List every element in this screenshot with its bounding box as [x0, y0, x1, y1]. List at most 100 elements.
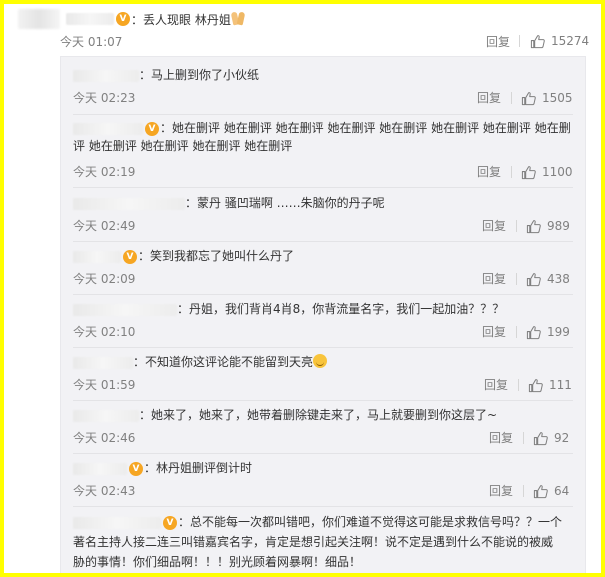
- divider: [511, 166, 512, 178]
- thumbs-up-icon: [530, 34, 545, 48]
- like-button[interactable]: 15274: [530, 34, 589, 49]
- like-button[interactable]: 1505: [521, 89, 573, 107]
- divider: [73, 114, 573, 115]
- username-redacted[interactable]: [73, 197, 185, 210]
- divider: [523, 432, 524, 444]
- like-button[interactable]: 438: [526, 270, 570, 288]
- main-comment-row: V ：丢人现眼 林丹姐: [18, 8, 246, 30]
- divider: [516, 273, 517, 285]
- divider: [516, 326, 517, 338]
- divider: [516, 220, 517, 232]
- like-button[interactable]: 111: [528, 376, 572, 394]
- reply-text: ：她来了，她来了，她带着删除键走来了，马上就要删到你这层了~: [139, 408, 498, 422]
- username-redacted[interactable]: [73, 303, 177, 316]
- divider: [519, 35, 520, 47]
- reply-text: ：总不能每一次都叫错吧，你们难道不觉得这可能是求救信号吗？？一个: [178, 515, 563, 529]
- username-redacted[interactable]: [73, 69, 139, 82]
- like-count: 111: [549, 378, 572, 392]
- divider: [73, 187, 573, 188]
- reply-time: 今天 02:23: [73, 91, 136, 105]
- like-button[interactable]: 989: [526, 217, 570, 235]
- laughing-emoji-icon: [313, 354, 328, 368]
- main-comment-meta: 今天 01:07 回复 15274: [60, 32, 589, 50]
- like-button[interactable]: 92: [533, 429, 569, 447]
- reply-item: ：丹姐，我们背肖4肖8，你背流量名字，我们一起加油？？？ 今天 02:10 回复…: [73, 300, 573, 339]
- username-redacted[interactable]: [73, 462, 127, 475]
- vip-badge-icon: V: [116, 12, 130, 26]
- reply-meta: 今天 02:10 回复 199: [73, 323, 573, 341]
- reply-meta: 今天 02:43 回复 64: [73, 482, 573, 500]
- divider: [523, 485, 524, 497]
- username-redacted[interactable]: [73, 250, 121, 263]
- reply-item: V ：她在删评 她在删评 她在删评 她在删评 她在删评 她在删评 她在删评 她在删…: [73, 119, 573, 179]
- reply-time: 今天 02:19: [73, 165, 136, 179]
- like-count: 989: [547, 219, 570, 233]
- divider: [73, 347, 573, 348]
- divider: [511, 92, 512, 104]
- reply-item: V ：总不能每一次都叫错吧，你们难道不觉得这可能是求救信号吗？？一个 著名主持人接…: [73, 512, 573, 572]
- reply-meta: 今天 02:19 回复 1100: [73, 163, 573, 181]
- username-redacted[interactable]: [73, 356, 133, 369]
- reply-time: 今天 02:46: [73, 431, 136, 445]
- reply-button[interactable]: 回复: [486, 33, 510, 50]
- reply-text-line: 著名主持人接二连三叫错嘉宾名字，肯定是想引起关注啊！说不定是遇到什么不能说的被威: [73, 535, 554, 549]
- comment-text: ：丢人现眼 林丹姐: [131, 12, 231, 27]
- reply-button[interactable]: 回复: [477, 89, 501, 107]
- reply-button[interactable]: 回复: [482, 270, 506, 288]
- like-button[interactable]: 199: [526, 323, 570, 341]
- reply-item: V ：笑到我都忘了她叫什么丹了 今天 02:09 回复 438: [73, 247, 573, 286]
- divider: [518, 379, 519, 391]
- reply-button[interactable]: 回复: [482, 323, 506, 341]
- like-count: 438: [547, 272, 570, 286]
- username-redacted[interactable]: [73, 516, 161, 529]
- divider: [73, 241, 573, 242]
- vip-badge-icon: V: [129, 461, 143, 476]
- thumbs-up-icon: [526, 219, 541, 233]
- reply-item: V ：林丹姐删评倒计时 今天 02:43 回复 64: [73, 459, 573, 498]
- thumbs-up-icon: [528, 378, 543, 392]
- reply-button[interactable]: 回复: [484, 376, 508, 394]
- thumbs-up-icon: [521, 165, 536, 179]
- thumbs-up-icon: [533, 484, 548, 498]
- reply-text: ：不知道你这评论能不能留到天亮: [133, 355, 314, 369]
- like-button[interactable]: 1100: [521, 163, 573, 181]
- reply-text: ：丹姐，我们背肖4肖8，你背流量名字，我们一起加油？？？: [177, 302, 505, 316]
- reply-meta: 今天 02:23 回复 1505: [73, 89, 573, 107]
- reply-text: ：蒙丹 骚凹瑞啊 ……朱脑你的丹子呢: [185, 196, 385, 210]
- like-count: 15274: [551, 34, 590, 48]
- reply-text: ：马上删到你了小伙纸: [139, 68, 260, 82]
- username-redacted[interactable]: [73, 122, 143, 135]
- vip-badge-icon: V: [163, 515, 177, 530]
- avatar[interactable]: [18, 9, 60, 29]
- reply-meta: 今天 02:46 回复 92: [73, 429, 573, 447]
- like-count: 199: [547, 325, 570, 339]
- reply-text-line: 评 她在删评 她在删评 她在删评 她在删评: [73, 139, 293, 153]
- thumbs-up-icon: [526, 272, 541, 286]
- reply-text: ：笑到我都忘了她叫什么丹了: [138, 249, 295, 263]
- reply-button[interactable]: 回复: [489, 429, 513, 447]
- reply-text-line: 胁的事情！你们细品啊！！！别光顾着网暴啊！细品！: [73, 555, 362, 569]
- reply-time: 今天 02:10: [73, 325, 136, 339]
- reply-meta: 今天 02:09 回复 438: [73, 270, 573, 288]
- vip-badge-icon: V: [145, 121, 159, 136]
- username-redacted[interactable]: [66, 13, 114, 25]
- reply-meta: 今天 02:49 回复 989: [73, 217, 573, 235]
- reply-time: 今天 02:09: [73, 272, 136, 286]
- like-button[interactable]: 64: [533, 482, 569, 500]
- comment-time: 今天 01:07: [60, 34, 123, 49]
- divider: [73, 506, 573, 507]
- reply-text: ：她在删评 她在删评 她在删评 她在删评 她在删评 她在删评 她在删评 她在删: [160, 121, 571, 135]
- reply-time: 今天 02:49: [73, 219, 136, 233]
- reply-item: ：蒙丹 骚凹瑞啊 ……朱脑你的丹子呢 今天 02:49 回复 989: [73, 194, 573, 233]
- reply-item: ：她来了，她来了，她带着删除键走来了，马上就要删到你这层了~ 今天 02:46 …: [73, 406, 573, 445]
- reply-button[interactable]: 回复: [489, 482, 513, 500]
- thumbs-up-icon: [526, 325, 541, 339]
- reply-button[interactable]: 回复: [482, 217, 506, 235]
- reply-button[interactable]: 回复: [477, 163, 501, 181]
- reply-time: 今天 01:59: [73, 378, 136, 392]
- like-count: 1100: [542, 165, 573, 179]
- username-redacted[interactable]: [73, 409, 139, 422]
- reply-item: ：马上删到你了小伙纸 今天 02:23 回复 1505: [73, 66, 573, 105]
- screenshot-frame: V ：丢人现眼 林丹姐 今天 01:07 回复 15274 ：马上删到你了小伙纸…: [0, 0, 605, 577]
- like-count: 92: [554, 431, 570, 445]
